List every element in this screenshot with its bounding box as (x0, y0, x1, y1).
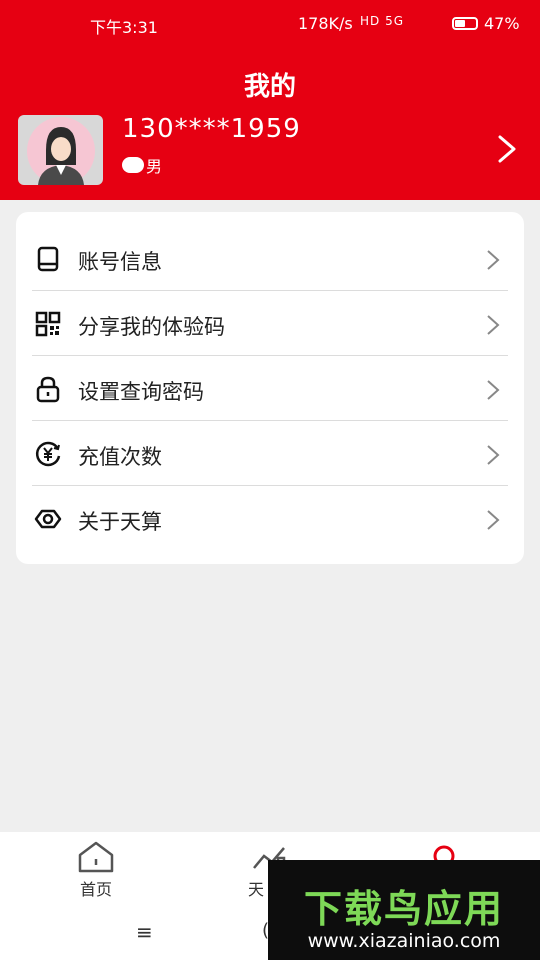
avatar[interactable] (18, 115, 103, 185)
home-icon (78, 841, 114, 873)
menu-item-query-password[interactable]: 设置查询密码 (16, 356, 524, 421)
chevron-right-icon (487, 510, 500, 530)
menu-card: 账号信息 分享我的体验码 设置查询密码 充值次数 关于天算 (16, 212, 524, 564)
status-time: 下午3:31 (90, 18, 158, 37)
nav-item-home[interactable]: 首页 (36, 840, 156, 900)
watermark-logo: 下载鸟应用 (303, 887, 504, 931)
menu-item-label: 账号信息 (78, 250, 162, 274)
lock-icon (36, 376, 60, 403)
eye-icon (34, 509, 62, 529)
menu-item-label: 关于天算 (78, 510, 162, 534)
status-bar: 下午3:31 178K/s HD 5G 47% (0, 0, 540, 48)
menu-item-share-code[interactable]: 分享我的体验码 (16, 291, 524, 356)
menu-item-about[interactable]: 关于天算 (16, 486, 524, 551)
qr-code-icon (35, 311, 61, 337)
tablet-icon (37, 246, 59, 272)
chevron-right-icon[interactable] (494, 133, 520, 165)
watermark-url: www.xiazainiao.com (307, 930, 501, 952)
battery-icon (452, 17, 478, 30)
battery-level: 47% (484, 14, 520, 33)
system-menu-button[interactable]: ≡ (136, 920, 153, 944)
menu-item-recharge[interactable]: 充值次数 (16, 421, 524, 486)
menu-item-label: 分享我的体验码 (78, 315, 225, 339)
nav-label: 首页 (79, 880, 112, 899)
page-title: 我的 (243, 72, 296, 102)
gender-label: 男 (146, 157, 163, 176)
chevron-right-icon (487, 315, 500, 335)
chevron-right-icon (487, 380, 500, 400)
user-gender: 男 (122, 153, 162, 177)
menu-item-account-info[interactable]: 账号信息 (16, 226, 524, 291)
watermark: 下载鸟应用 www.xiazainiao.com (268, 860, 540, 960)
chevron-right-icon (487, 250, 500, 270)
profile-header: 我的 130****1959 男 (0, 48, 540, 200)
yuan-recharge-icon (35, 441, 61, 467)
status-network-speed: 178K/s (298, 14, 353, 33)
menu-item-label: 设置查询密码 (78, 380, 204, 404)
female-avatar-icon (27, 117, 95, 185)
menu-item-label: 充值次数 (78, 445, 162, 469)
user-phone: 130****1959 (122, 114, 301, 144)
signal-icon: HD 5G (360, 14, 405, 28)
chevron-right-icon (487, 445, 500, 465)
gender-icon (122, 157, 144, 173)
